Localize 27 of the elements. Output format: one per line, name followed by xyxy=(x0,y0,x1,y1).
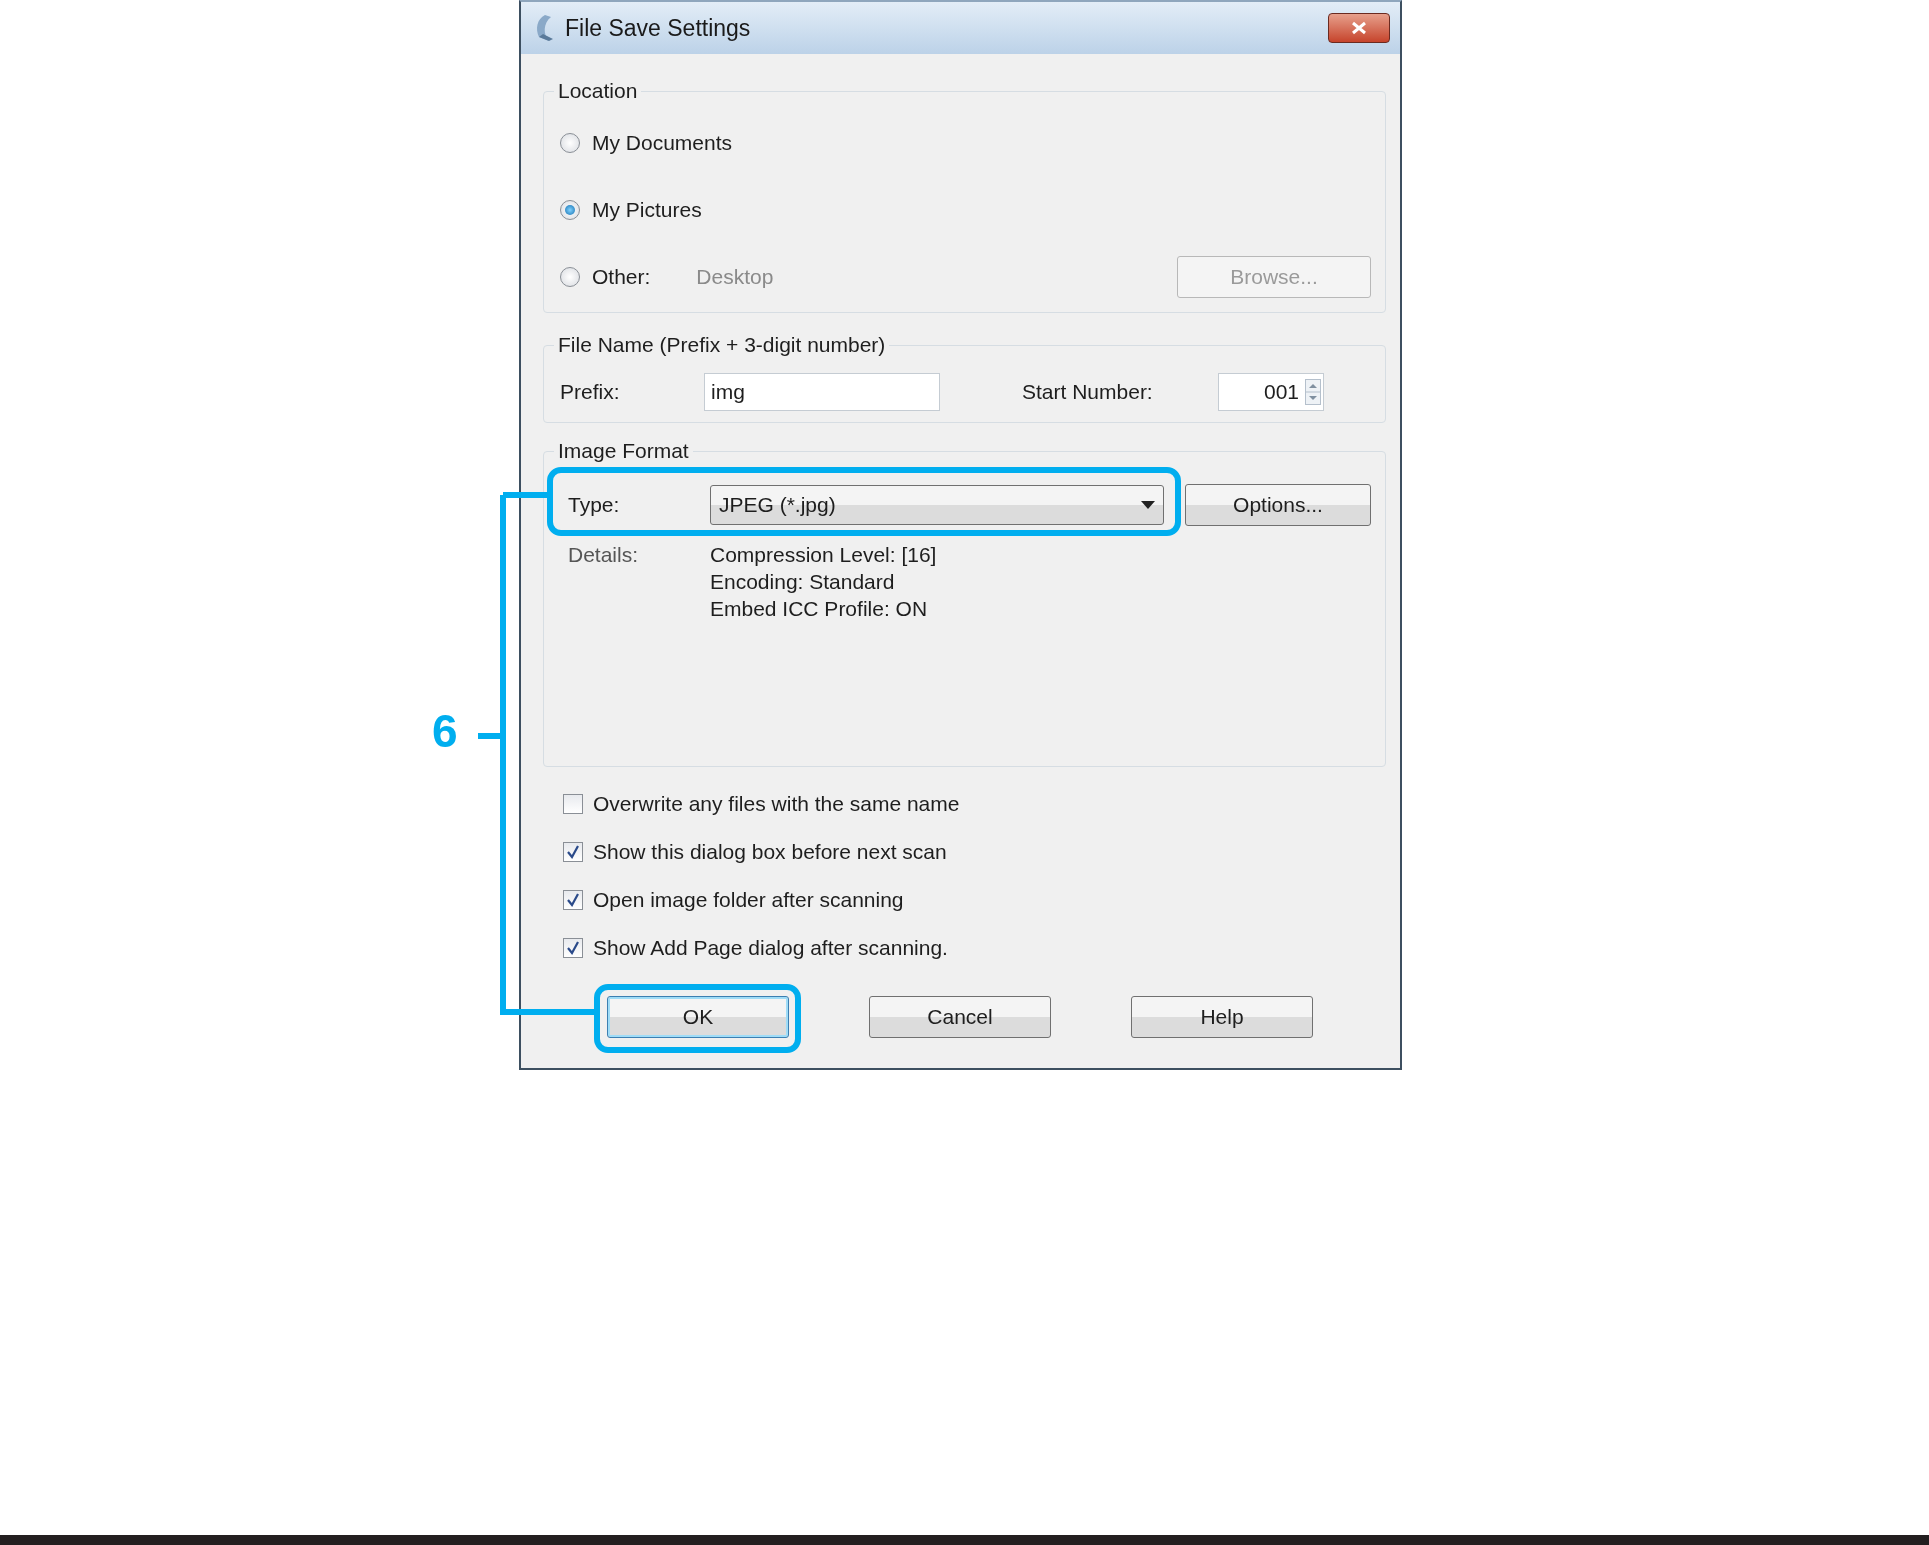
radio-label: Other: xyxy=(592,264,651,289)
radio-label: My Pictures xyxy=(592,197,702,222)
field-label: Prefix: xyxy=(560,380,621,404)
checkbox-label: Overwrite any files with the same name xyxy=(593,791,960,816)
field-label: Details: xyxy=(567,542,640,568)
detail-text: Embed ICC Profile: ON xyxy=(710,596,929,622)
folder-path: Desktop xyxy=(696,264,774,289)
checkbox-label: Open image folder after scanning xyxy=(593,887,904,912)
prefix-field[interactable]: img xyxy=(704,373,940,411)
checkbox-label: Show Add Page dialog after scanning. xyxy=(593,935,948,960)
callout-number: 6 xyxy=(432,708,458,754)
dialog-button[interactable]: Cancel xyxy=(869,996,1051,1038)
group-label: Image Format xyxy=(557,439,690,463)
window-title: File Save Settings xyxy=(565,14,752,42)
field-label: Start Number: xyxy=(1022,380,1154,404)
detail-text: Encoding: Standard xyxy=(710,569,896,595)
radio-label: My Documents xyxy=(592,130,733,155)
checkbox-label: Show this dialog box before next scan xyxy=(593,839,947,864)
dialog-button[interactable]: Help xyxy=(1131,996,1313,1038)
detail-text: Compression Level: [16] xyxy=(710,542,937,568)
options-button[interactable]: Options... xyxy=(1185,484,1371,526)
field-label: Type: xyxy=(567,493,621,517)
group-label: File Name (Prefix + 3-digit number) xyxy=(557,333,887,357)
dialog-button[interactable]: OK xyxy=(607,996,789,1038)
group-label: Location xyxy=(557,79,639,103)
number-spinner[interactable]: 001 xyxy=(1218,373,1324,411)
type-dropdown[interactable]: JPEG (*.jpg) xyxy=(710,485,1164,525)
